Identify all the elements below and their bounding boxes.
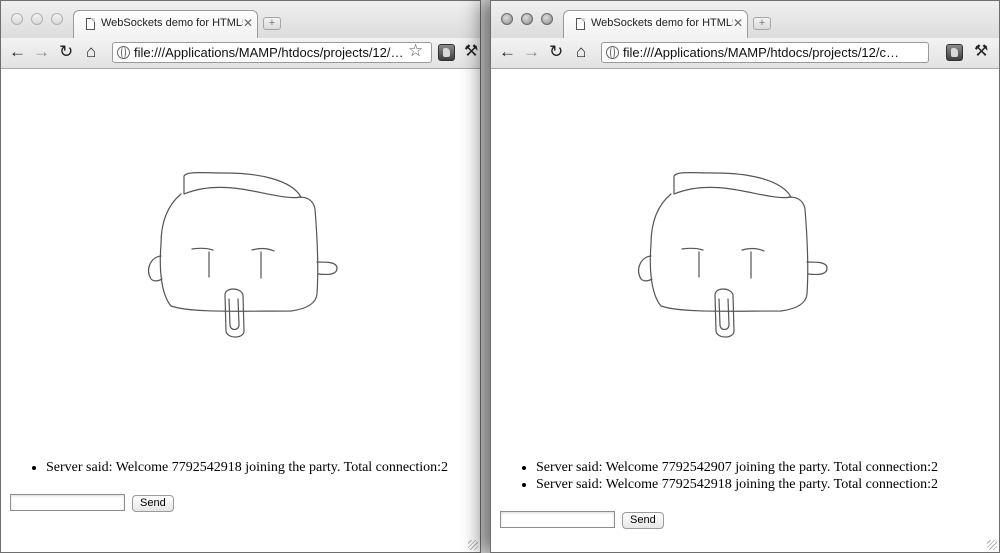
page-content: Server said: Welcome 7792542918 joining … bbox=[1, 69, 480, 552]
reload-icon[interactable]: ↻ bbox=[59, 42, 73, 62]
close-window-button[interactable] bbox=[501, 13, 513, 25]
globe-icon bbox=[606, 46, 619, 59]
arrow-right-icon[interactable]: → bbox=[33, 42, 50, 62]
tab-close-icon[interactable]: ✕ bbox=[243, 16, 253, 30]
arrow-left-icon[interactable]: ← bbox=[499, 42, 516, 62]
title-bar: WebSockets demo for HTML5 ✕ + bbox=[1, 1, 480, 38]
title-bar: WebSockets demo for HTML5 ✕ + bbox=[491, 1, 999, 38]
browser-window-left: WebSockets demo for HTML5 ✕ + ← → ↻ ⌂ fi… bbox=[0, 0, 481, 553]
tab-close-icon[interactable]: ✕ bbox=[733, 16, 743, 30]
browser-toolbar: ← → ↻ ⌂ file:///Applications/MAMP/htdocs… bbox=[491, 38, 999, 69]
message-list: Server said: Welcome 7792542907 joining … bbox=[491, 459, 999, 493]
extension-icon[interactable] bbox=[946, 44, 963, 61]
list-item: Server said: Welcome 7792542918 joining … bbox=[46, 459, 480, 476]
wrench-icon[interactable]: ⚒ bbox=[464, 42, 478, 62]
arrow-left-icon[interactable]: ← bbox=[9, 42, 26, 62]
toaster-sketch bbox=[148, 172, 338, 338]
toaster-drawing-canvas[interactable] bbox=[491, 69, 1000, 369]
resize-grip[interactable] bbox=[987, 540, 997, 550]
message-list: Server said: Welcome 7792542918 joining … bbox=[1, 459, 480, 476]
address-bar[interactable]: file:///Applications/MAMP/htdocs/project… bbox=[112, 42, 432, 63]
star-icon[interactable]: ☆ bbox=[408, 41, 423, 61]
address-bar[interactable]: file:///Applications/MAMP/htdocs/project… bbox=[601, 42, 929, 63]
message-input[interactable] bbox=[10, 494, 125, 511]
page-icon bbox=[86, 18, 95, 30]
arrow-right-icon[interactable]: → bbox=[523, 42, 540, 62]
home-icon[interactable]: ⌂ bbox=[86, 42, 96, 62]
send-button[interactable]: Send bbox=[622, 512, 664, 529]
toaster-sketch bbox=[638, 172, 828, 338]
reload-icon[interactable]: ↻ bbox=[549, 42, 563, 62]
list-item: Server said: Welcome 7792542918 joining … bbox=[536, 476, 999, 493]
message-input[interactable] bbox=[500, 511, 615, 528]
zoom-window-button[interactable] bbox=[51, 13, 63, 25]
minimize-window-button[interactable] bbox=[521, 13, 533, 25]
wrench-icon[interactable]: ⚒ bbox=[974, 42, 988, 62]
list-item: Server said: Welcome 7792542907 joining … bbox=[536, 459, 999, 476]
minimize-window-button[interactable] bbox=[31, 13, 43, 25]
new-tab-button[interactable]: + bbox=[263, 17, 281, 30]
browser-window-right: WebSockets demo for HTML5 ✕ + ← → ↻ ⌂ fi… bbox=[490, 0, 1000, 553]
tab-title: WebSockets demo for HTML5 bbox=[101, 17, 243, 29]
page-content: Server said: Welcome 7792542907 joining … bbox=[491, 69, 999, 552]
toaster-drawing-canvas[interactable] bbox=[1, 69, 481, 369]
url-text: file:///Applications/MAMP/htdocs/project… bbox=[623, 45, 905, 60]
tab-websockets-demo[interactable]: WebSockets demo for HTML5 ✕ bbox=[73, 10, 258, 38]
extension-icon[interactable] bbox=[438, 44, 455, 61]
new-tab-button[interactable]: + bbox=[753, 17, 771, 30]
url-text: file:///Applications/MAMP/htdocs/project… bbox=[134, 45, 406, 60]
close-window-button[interactable] bbox=[11, 13, 23, 25]
page-icon bbox=[576, 18, 585, 30]
home-icon[interactable]: ⌂ bbox=[576, 42, 586, 62]
resize-grip[interactable] bbox=[468, 540, 478, 550]
tab-websockets-demo[interactable]: WebSockets demo for HTML5 ✕ bbox=[563, 10, 748, 38]
globe-icon bbox=[117, 46, 130, 59]
zoom-window-button[interactable] bbox=[541, 13, 553, 25]
send-button[interactable]: Send bbox=[132, 495, 174, 512]
browser-toolbar: ← → ↻ ⌂ file:///Applications/MAMP/htdocs… bbox=[1, 38, 480, 69]
tab-title: WebSockets demo for HTML5 bbox=[591, 17, 733, 29]
